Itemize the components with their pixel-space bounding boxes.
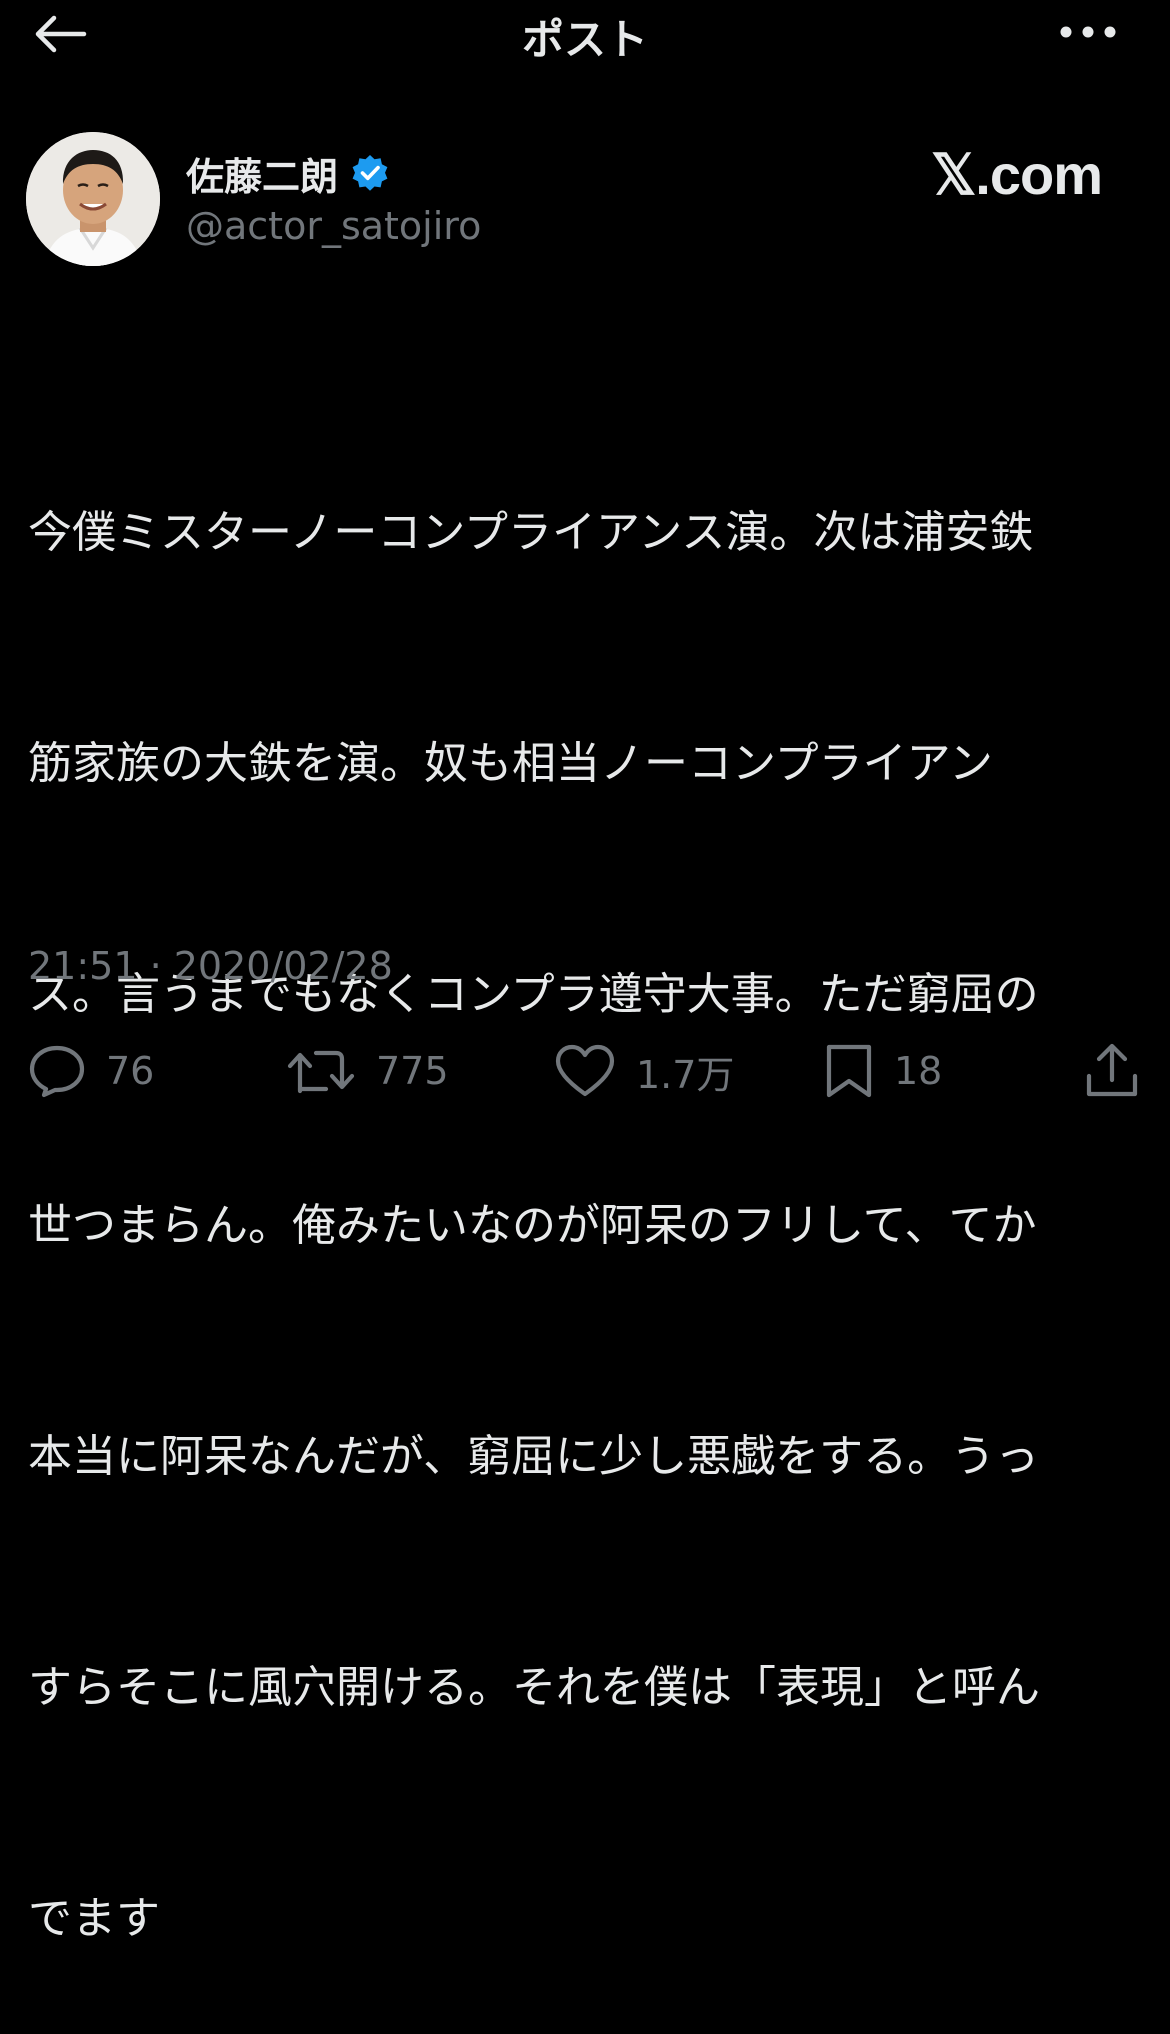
x-com-watermark: 𝕏.com (931, 143, 1103, 206)
bookmark-icon (826, 1044, 872, 1098)
bookmark-count: 18 (894, 1049, 943, 1093)
heart-icon (555, 1044, 615, 1097)
user-handle[interactable]: @actor_satojiro (186, 204, 481, 248)
bookmark-button[interactable]: 18 (824, 1036, 942, 1106)
display-name-row: 佐藤二朗 (186, 146, 390, 200)
action-bar: 76 775 1.7万 18 (0, 1036, 1170, 1106)
reply-button[interactable]: 76 (28, 1036, 154, 1106)
profile-photo-icon (26, 132, 160, 266)
reply-count: 76 (106, 1049, 155, 1093)
display-name[interactable]: 佐藤二朗 (186, 146, 338, 201)
verified-badge-icon (352, 155, 388, 191)
post-text-line: 筋家族の大鉄を演。奴も相当ノーコンプライアン (28, 738, 993, 789)
like-button[interactable]: 1.7万 (554, 1036, 734, 1106)
post-text-line: 世つまらん。俺みたいなのが阿呆のフリして、てか (28, 1200, 1037, 1251)
more-options-button[interactable] (1050, 12, 1126, 52)
post-text-line: すらそこに風穴開ける。それを僕は「表現」と呼ん (28, 1662, 1040, 1713)
share-button[interactable] (1084, 1036, 1140, 1106)
arrow-left-icon (35, 15, 87, 53)
reply-icon (29, 1045, 85, 1098)
post-text-line: でます (28, 1893, 160, 1944)
like-count: 1.7万 (636, 1052, 735, 1097)
repost-count: 775 (376, 1049, 449, 1093)
post-timestamp[interactable]: 21:51 · 2020/02/28 (28, 944, 393, 988)
share-icon (1086, 1043, 1138, 1097)
avatar[interactable] (26, 132, 160, 266)
repost-icon (287, 1050, 355, 1094)
author-block: 佐藤二朗 @actor_satojiro 𝕏.com (26, 132, 1146, 272)
repost-button[interactable]: 775 (286, 1036, 449, 1106)
post-text-line: 今僕ミスターノーコンプライアンス演。次は浦安鉄 (28, 507, 1034, 558)
top-bar: ポスト (0, 0, 1170, 70)
post-text-line: 本当に阿呆なんだが、窮屈に少し悪戯をする。うっ (28, 1431, 1040, 1482)
page-title: ポスト (521, 15, 648, 64)
more-horizontal-icon (1060, 26, 1116, 38)
back-button[interactable] (30, 10, 90, 58)
post-text: 今僕ミスターノーコンプライアンス演。次は浦安鉄 筋家族の大鉄を演。奴も相当ノーコ… (28, 340, 1138, 2034)
